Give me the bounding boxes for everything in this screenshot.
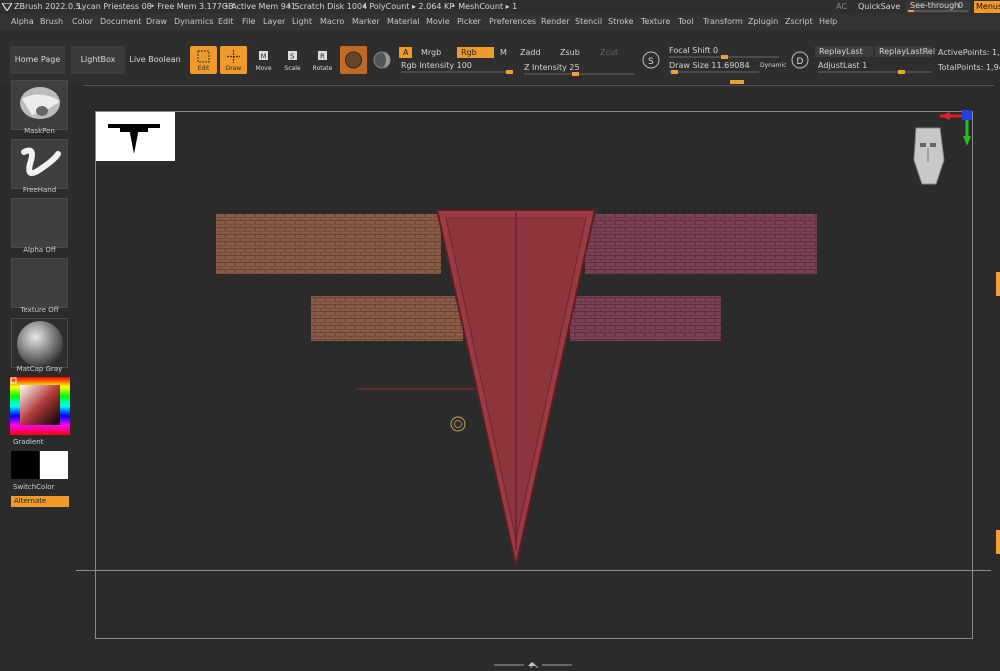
lower-bar-left[interactable]	[311, 296, 463, 341]
viewport-model[interactable]	[0, 0, 1000, 671]
lower-bar-right[interactable]	[570, 296, 721, 341]
spike-mesh[interactable]	[435, 209, 597, 567]
brush-cursor-icon	[450, 416, 466, 432]
axis-gizmo-icon[interactable]	[940, 110, 972, 146]
bottom-tray-handle[interactable]	[494, 662, 574, 668]
right-tray-handle-lower[interactable]	[996, 530, 1000, 554]
upper-bar-left[interactable]	[216, 214, 441, 274]
upper-bar-right[interactable]	[585, 214, 817, 274]
right-tray-handle[interactable]	[996, 272, 1000, 296]
head-navigator-icon[interactable]	[913, 127, 945, 185]
